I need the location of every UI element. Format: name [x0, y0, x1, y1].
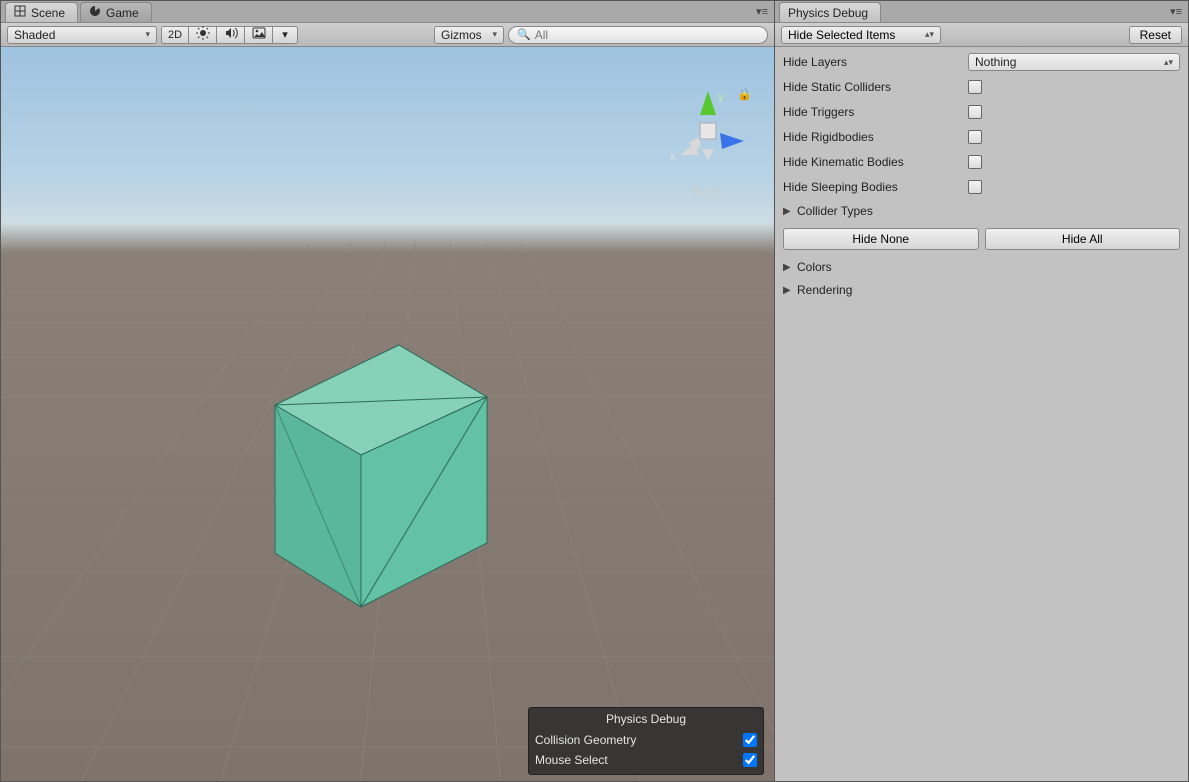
projection-label: Persp: [660, 186, 756, 200]
hide-button-row: Hide None Hide All: [783, 228, 1180, 250]
scene-cube-object[interactable]: [263, 345, 495, 607]
foldout-colors-label: Colors: [797, 260, 832, 274]
dropdown-hide-layers[interactable]: Nothing ▴▾: [968, 53, 1180, 71]
row-hide-layers: Hide Layers Nothing ▴▾: [783, 51, 1180, 73]
physics-debug-panel: Physics Debug ▾≡ Hide Selected Items ▴▾ …: [775, 1, 1188, 781]
label-hide-rigid: Hide Rigidbodies: [783, 130, 968, 144]
scene-panel-tabs: Scene Game ▾≡: [1, 1, 774, 23]
gizmos-label: Gizmos: [441, 28, 482, 42]
editor-window: Scene Game ▾≡ Shaded ▾ 2D: [0, 0, 1189, 782]
physics-debug-body: Hide Layers Nothing ▴▾ Hide Static Colli…: [775, 47, 1188, 304]
tab-physics-debug[interactable]: Physics Debug: [779, 2, 881, 22]
foldout-colors[interactable]: ▶ Colors: [783, 257, 1180, 277]
scene-search[interactable]: 🔍: [508, 26, 768, 44]
orientation-gizmo[interactable]: 🔒 y z x Persp: [660, 83, 756, 203]
lock-icon[interactable]: 🔒: [737, 87, 752, 101]
tab-physics-debug-label: Physics Debug: [788, 6, 868, 20]
row-hide-rigid: Hide Rigidbodies: [783, 126, 1180, 148]
reset-button-label: Reset: [1140, 28, 1171, 42]
row-hide-triggers: Hide Triggers: [783, 101, 1180, 123]
updown-icon: ▴▾: [925, 29, 934, 40]
hide-none-label: Hide None: [852, 232, 909, 246]
hide-all-button[interactable]: Hide All: [985, 228, 1181, 250]
axis-x-label: x: [670, 151, 676, 163]
dropdown-hide-layers-value: Nothing: [975, 55, 1016, 69]
toggle-2d-label: 2D: [168, 29, 182, 41]
game-pac-icon: [89, 5, 101, 20]
overlay-title: Physics Debug: [535, 708, 757, 730]
axis-z-label: z: [744, 131, 750, 143]
chevron-down-icon: ▾: [492, 29, 497, 40]
physics-debug-toolbar: Hide Selected Items ▴▾ Reset: [775, 23, 1188, 47]
updown-icon: ▴▾: [1164, 57, 1173, 68]
toggle-2d[interactable]: 2D: [161, 26, 188, 44]
label-hide-static: Hide Static Colliders: [783, 80, 968, 94]
hide-show-mode-dropdown[interactable]: Hide Selected Items ▴▾: [781, 26, 941, 44]
row-hide-kinematic: Hide Kinematic Bodies: [783, 151, 1180, 173]
chevron-down-icon: ▾: [145, 29, 150, 40]
gizmos-dropdown[interactable]: Gizmos ▾: [434, 26, 504, 44]
label-hide-kinematic: Hide Kinematic Bodies: [783, 155, 968, 169]
scene-toggle-group: 2D ▾: [161, 26, 298, 44]
scene-overlay-physics-debug: Physics Debug Collision Geometry Mouse S…: [528, 707, 764, 775]
check-hide-sleeping[interactable]: [968, 180, 982, 194]
scene-panel: Scene Game ▾≡ Shaded ▾ 2D: [1, 1, 775, 781]
triangle-right-icon: ▶: [783, 262, 793, 273]
foldout-collider-types[interactable]: ▶ Collider Types: [783, 201, 1180, 221]
label-hide-sleeping: Hide Sleeping Bodies: [783, 180, 968, 194]
right-panel-context-icon[interactable]: ▾≡: [1170, 5, 1182, 18]
right-panel-tabs: Physics Debug ▾≡: [775, 1, 1188, 23]
scene-search-input[interactable]: [535, 28, 759, 42]
check-hide-triggers[interactable]: [968, 105, 982, 119]
scene-viewport[interactable]: 🔒 y z x Persp: [1, 47, 774, 781]
row-hide-sleeping: Hide Sleeping Bodies: [783, 176, 1180, 198]
overlay-check-collision-geometry[interactable]: [743, 733, 757, 747]
toggle-effects-dropdown[interactable]: ▾: [272, 26, 298, 44]
foldout-rendering-label: Rendering: [797, 283, 852, 297]
overlay-row-mouse-select: Mouse Select: [535, 750, 757, 770]
overlay-label-mouse-select: Mouse Select: [535, 753, 608, 767]
tab-scene[interactable]: Scene: [5, 2, 78, 22]
check-hide-rigid[interactable]: [968, 130, 982, 144]
overlay-check-mouse-select[interactable]: [743, 753, 757, 767]
foldout-collider-types-label: Collider Types: [797, 204, 873, 218]
chevron-down-icon: ▾: [282, 28, 288, 41]
foldout-rendering[interactable]: ▶ Rendering: [783, 280, 1180, 300]
scene-panel-context-icon[interactable]: ▾≡: [756, 5, 768, 18]
overlay-label-collision-geometry: Collision Geometry: [535, 733, 636, 747]
hide-all-label: Hide All: [1062, 232, 1103, 246]
audio-icon: [224, 26, 238, 43]
scene-toolbar: Shaded ▾ 2D ▾ Gizmos ▾: [1, 23, 774, 47]
triangle-right-icon: ▶: [783, 285, 793, 296]
toggle-audio[interactable]: [216, 26, 244, 44]
check-hide-static[interactable]: [968, 80, 982, 94]
toggle-effects[interactable]: [244, 26, 272, 44]
triangle-right-icon: ▶: [783, 206, 793, 217]
hide-none-button[interactable]: Hide None: [783, 228, 979, 250]
tab-game-label: Game: [106, 6, 139, 20]
tab-game[interactable]: Game: [80, 2, 152, 22]
axis-y-label: y: [718, 91, 724, 103]
toggle-lighting[interactable]: [188, 26, 216, 44]
image-icon: [252, 26, 266, 43]
search-icon: 🔍: [517, 28, 531, 41]
label-hide-layers: Hide Layers: [783, 55, 968, 69]
shading-mode-value: Shaded: [14, 28, 55, 42]
shading-mode-dropdown[interactable]: Shaded ▾: [7, 26, 157, 44]
reset-button[interactable]: Reset: [1129, 26, 1182, 44]
sun-icon: [196, 26, 210, 43]
overlay-row-collision-geometry: Collision Geometry: [535, 730, 757, 750]
hide-show-mode-value: Hide Selected Items: [788, 28, 895, 42]
label-hide-triggers: Hide Triggers: [783, 105, 968, 119]
check-hide-kinematic[interactable]: [968, 155, 982, 169]
row-hide-static: Hide Static Colliders: [783, 76, 1180, 98]
scene-grid-icon: [14, 5, 26, 20]
tab-scene-label: Scene: [31, 6, 65, 20]
